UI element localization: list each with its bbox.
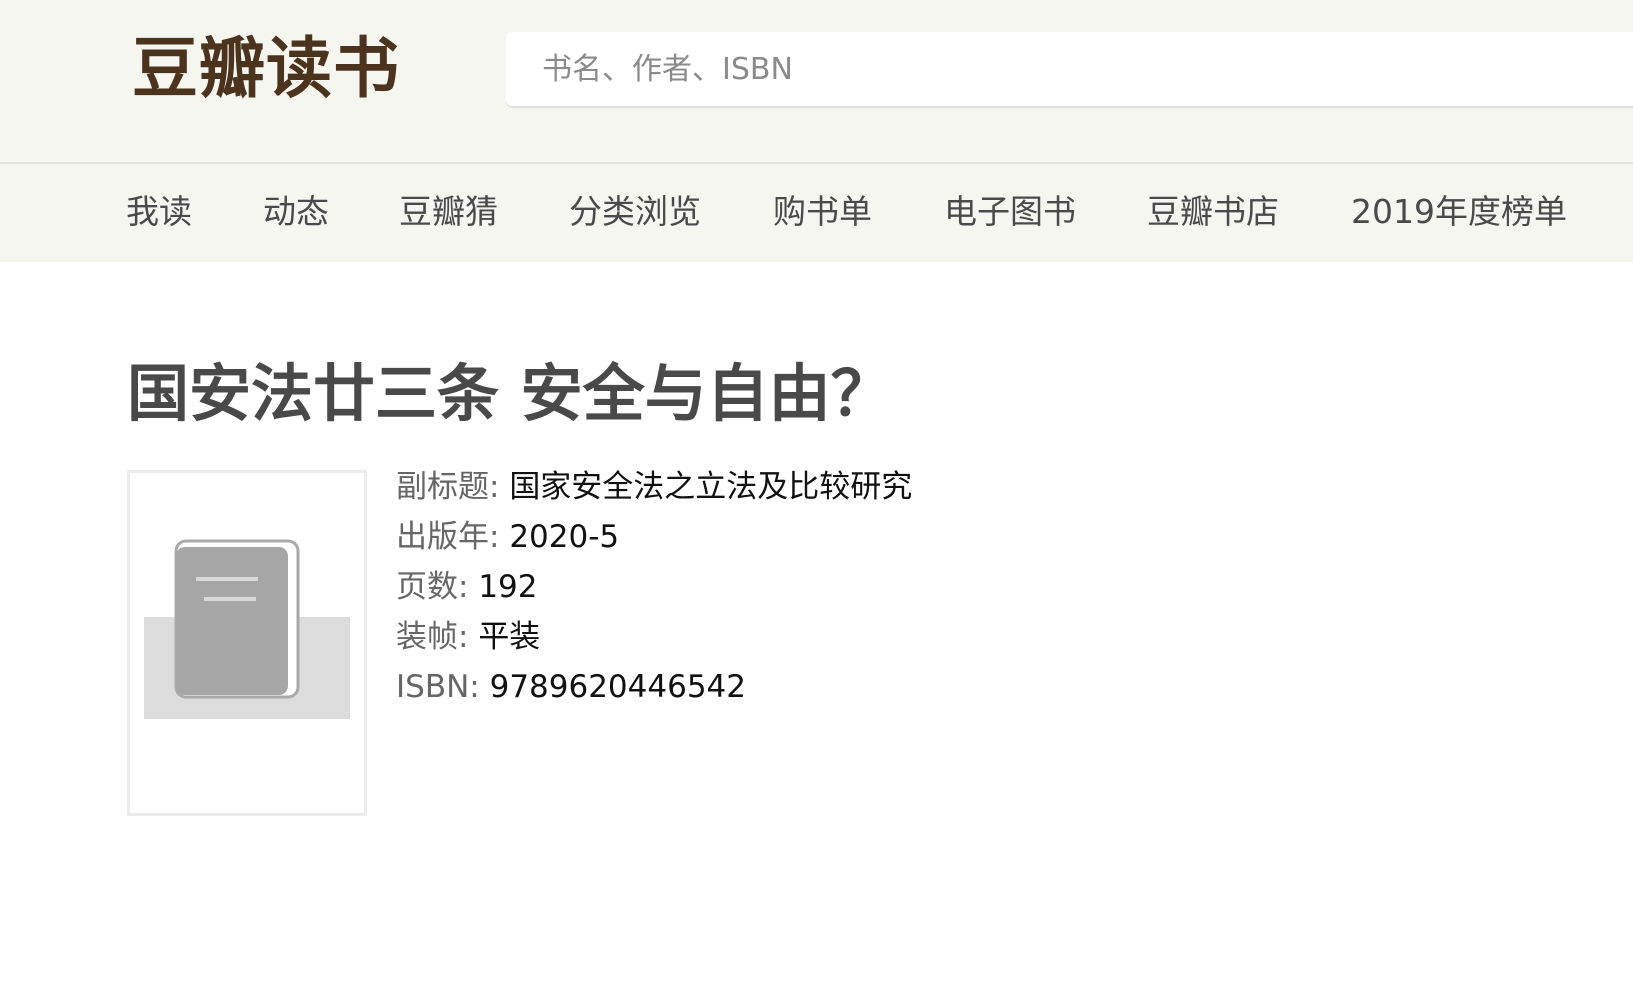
- nav-item-booklist[interactable]: 购书单: [773, 190, 872, 234]
- nav-item-douban-guess[interactable]: 豆瓣猜: [399, 190, 498, 234]
- search-input[interactable]: [506, 32, 1633, 106]
- binding-value: 平装: [478, 619, 541, 655]
- douban-book-logo[interactable]: 豆瓣读书: [132, 28, 400, 110]
- pages-label: 页数:: [396, 569, 469, 605]
- book-cover[interactable]: [127, 470, 367, 816]
- year-label: 出版年:: [396, 519, 500, 555]
- search-box: [506, 32, 1633, 106]
- subtitle-value: 国家安全法之立法及比较研究: [509, 469, 913, 505]
- isbn-label: ISBN:: [396, 669, 480, 705]
- isbn-value: 9789620446542: [489, 669, 746, 705]
- year-value: 2020-5: [509, 519, 620, 555]
- info-row-binding: 装帧: 平装: [396, 612, 912, 662]
- subtitle-label: 副标题:: [396, 469, 500, 505]
- nav-item-bookstore[interactable]: 豆瓣书店: [1147, 190, 1279, 234]
- nav-item-ebooks[interactable]: 电子图书: [944, 190, 1076, 234]
- nav-item-activity[interactable]: 动态: [263, 190, 329, 234]
- info-row-pages: 页数: 192: [396, 562, 912, 612]
- nav-item-my-reading[interactable]: 我读: [126, 190, 192, 234]
- nav-item-annual-ranking[interactable]: 2019年度榜单: [1351, 190, 1567, 234]
- info-row-isbn: ISBN: 9789620446542: [396, 662, 912, 712]
- book-info: 副标题: 国家安全法之立法及比较研究 出版年: 2020-5 页数: 192 装…: [396, 462, 912, 712]
- site-header: 豆瓣读书 我读 动态 豆瓣猜 分类浏览 购书单 电子图书 豆瓣书店 2019年度…: [0, 0, 1633, 262]
- info-row-subtitle: 副标题: 国家安全法之立法及比较研究: [396, 462, 912, 512]
- main-nav: 我读 动态 豆瓣猜 分类浏览 购书单 电子图书 豆瓣书店 2019年度榜单: [0, 164, 1633, 262]
- binding-label: 装帧:: [396, 619, 469, 655]
- pages-value: 192: [478, 569, 538, 605]
- nav-item-browse-categories[interactable]: 分类浏览: [569, 190, 701, 234]
- book-title: 国安法廿三条 安全与自由？: [127, 357, 893, 430]
- info-row-year: 出版年: 2020-5: [396, 512, 912, 562]
- book-placeholder-icon: [144, 539, 350, 719]
